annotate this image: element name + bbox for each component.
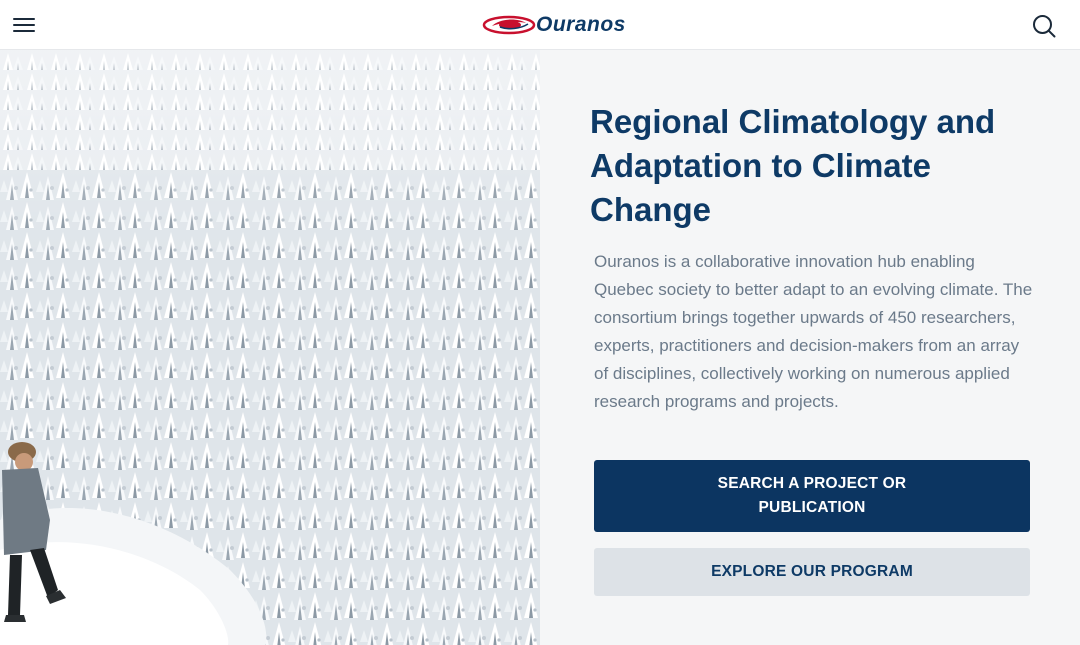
search-icon[interactable] xyxy=(1030,12,1058,40)
brand-name: Ouranos xyxy=(536,13,626,36)
hero-description: Ouranos is a collaborative innovation hu… xyxy=(594,252,1033,411)
snowy-forest-illustration xyxy=(0,50,540,645)
hero-image-snowy-forest xyxy=(0,50,540,645)
hamburger-menu-icon[interactable] xyxy=(12,14,36,36)
logo-mark-icon xyxy=(482,15,536,35)
page-title: Regional Climatology and Adaptation to C… xyxy=(590,103,996,228)
top-navigation-bar: Ouranos xyxy=(0,0,1080,50)
search-project-publication-button[interactable]: SEARCH A PROJECT OR PUBLICATION xyxy=(594,460,1030,532)
hero-content-panel: Regional Climatology and Adaptation to C… xyxy=(540,50,1080,645)
explore-program-button[interactable]: EXPLORE OUR PROGRAM xyxy=(594,548,1030,596)
ouranos-logo[interactable]: Ouranos xyxy=(482,12,626,38)
menu-line xyxy=(13,30,35,32)
menu-line xyxy=(13,18,35,20)
menu-line xyxy=(13,24,35,26)
